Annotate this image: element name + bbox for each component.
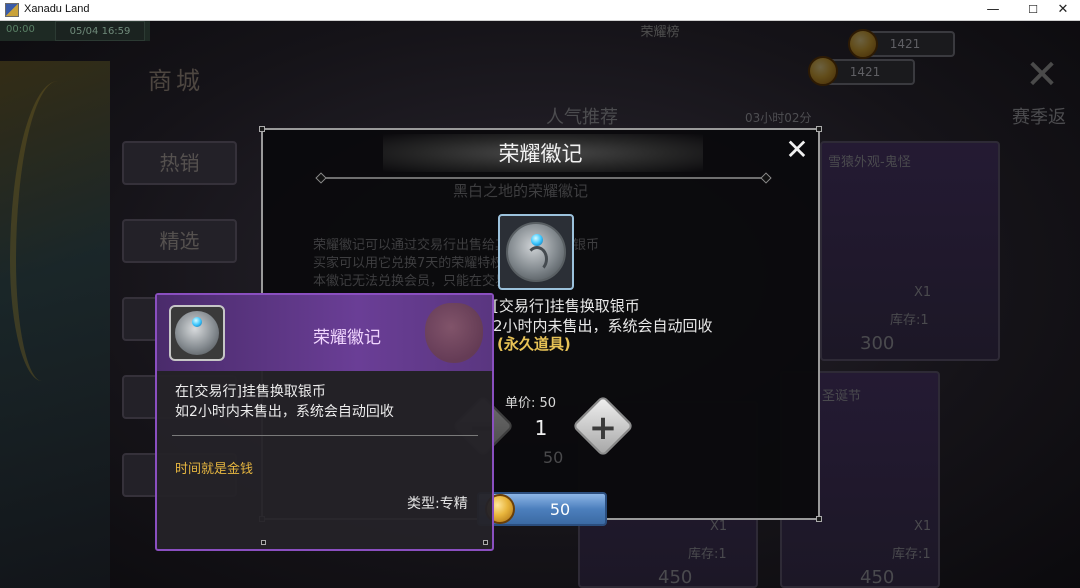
gem-icon bbox=[531, 234, 543, 246]
coin-icon bbox=[848, 29, 878, 59]
ghost-price: 50 bbox=[543, 448, 564, 467]
section-season-title: 赛季返 bbox=[1012, 107, 1066, 128]
honor-emblem-icon bbox=[175, 311, 219, 355]
item-icon-frame bbox=[498, 214, 574, 290]
product-count: X1 bbox=[914, 519, 932, 534]
product-title: 圣诞节 bbox=[822, 389, 862, 404]
product-price: 450 bbox=[860, 567, 895, 588]
unit-price-label: 单价: 50 bbox=[505, 396, 557, 411]
plus-icon: + bbox=[588, 407, 618, 448]
product-stock: 库存:1 bbox=[892, 547, 931, 562]
product-stock: 库存:1 bbox=[890, 313, 929, 328]
product-stock: 库存:1 bbox=[688, 547, 727, 562]
tooltip-title: 荣耀徽记 bbox=[313, 328, 381, 348]
coin-icon bbox=[808, 56, 838, 86]
maximize-button[interactable]: ☐ bbox=[1016, 0, 1050, 21]
tooltip-flavor-text: 时间就是金钱 bbox=[175, 462, 254, 477]
tab-featured[interactable]: 精选 bbox=[122, 219, 237, 263]
item-tooltip: 荣耀徽记 在[交易行]挂售换取银币 如2小时内未售出，系统会自动回收 时间就是金… bbox=[155, 293, 494, 551]
emblem-sigil bbox=[526, 246, 548, 272]
tooltip-header: 荣耀徽记 bbox=[157, 295, 492, 371]
ghost-subtitle: 黑白之地的荣耀徽记 bbox=[453, 182, 589, 200]
corner-ornament bbox=[483, 540, 488, 545]
tooltip-item-icon bbox=[169, 305, 225, 361]
hud-center-title: 荣耀榜 bbox=[640, 25, 680, 40]
app-icon bbox=[5, 3, 19, 17]
product-card[interactable]: 雪猿外观-鬼怪 X1 库存:1 300 bbox=[820, 141, 1000, 361]
tooltip-desc-line-1: 在[交易行]挂售换取银币 bbox=[175, 384, 326, 400]
quantity-value: 1 bbox=[534, 416, 548, 440]
corner-ornament bbox=[261, 540, 266, 545]
corner-ornament bbox=[816, 126, 822, 132]
tab-hot[interactable]: 热销 bbox=[122, 141, 237, 185]
gem-icon bbox=[192, 317, 202, 327]
honor-emblem-icon bbox=[506, 222, 566, 282]
minimize-button[interactable]: — bbox=[976, 0, 1010, 21]
shop-close-icon[interactable]: ✕ bbox=[1022, 55, 1062, 95]
corner-ornament bbox=[259, 126, 265, 132]
corner-ornament bbox=[816, 516, 822, 522]
tooltip-item-type: 类型:专精 bbox=[407, 496, 468, 512]
shop-title: 商城 bbox=[148, 67, 204, 95]
product-title: 雪猿外观-鬼怪 bbox=[828, 155, 911, 170]
modal-close-icon[interactable]: ✕ bbox=[783, 136, 811, 164]
close-window-button[interactable]: ✕ bbox=[1046, 0, 1080, 21]
money-bag-icon bbox=[425, 303, 483, 363]
tooltip-desc-line-2: 如2小时内未售出，系统会自动回收 bbox=[175, 404, 394, 420]
modal-divider bbox=[321, 177, 766, 179]
countdown-timer: 03小时02分 bbox=[745, 111, 812, 125]
modal-desc-line-1: 在[交易行]挂售换取银币 bbox=[478, 297, 640, 315]
buy-price: 50 bbox=[549, 500, 571, 519]
product-count: X1 bbox=[710, 519, 728, 534]
game-viewport: 00:00 05/04 16:59 荣耀榜 商城 热销 精选 1421 1421… bbox=[0, 21, 1080, 588]
modal-title: 荣耀徽记 bbox=[498, 142, 583, 166]
hud-time: 05/04 16:59 bbox=[55, 21, 145, 41]
window-titlebar: Xanadu Land — ☐ ✕ bbox=[0, 0, 1080, 21]
tooltip-divider bbox=[172, 435, 478, 436]
permanent-item-label: (永久道具) bbox=[497, 335, 571, 353]
increase-quantity-button[interactable]: + bbox=[571, 394, 635, 458]
window-title: Xanadu Land bbox=[24, 3, 90, 15]
product-count: X1 bbox=[914, 285, 932, 300]
product-price: 450 bbox=[658, 567, 693, 588]
buy-button[interactable]: 50 bbox=[477, 492, 607, 526]
ghost-line: 买家可以用它兑换7天的荣耀特权 bbox=[313, 256, 504, 271]
product-price: 300 bbox=[860, 333, 895, 354]
